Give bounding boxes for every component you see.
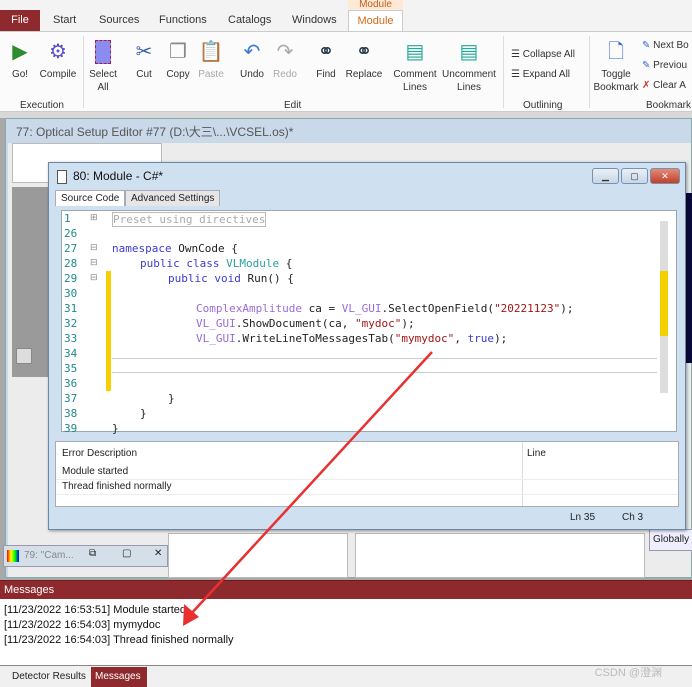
annotation-arrow	[183, 351, 433, 626]
arrow-shaft	[189, 351, 433, 616]
contextual-tab-label: Module	[348, 0, 403, 10]
